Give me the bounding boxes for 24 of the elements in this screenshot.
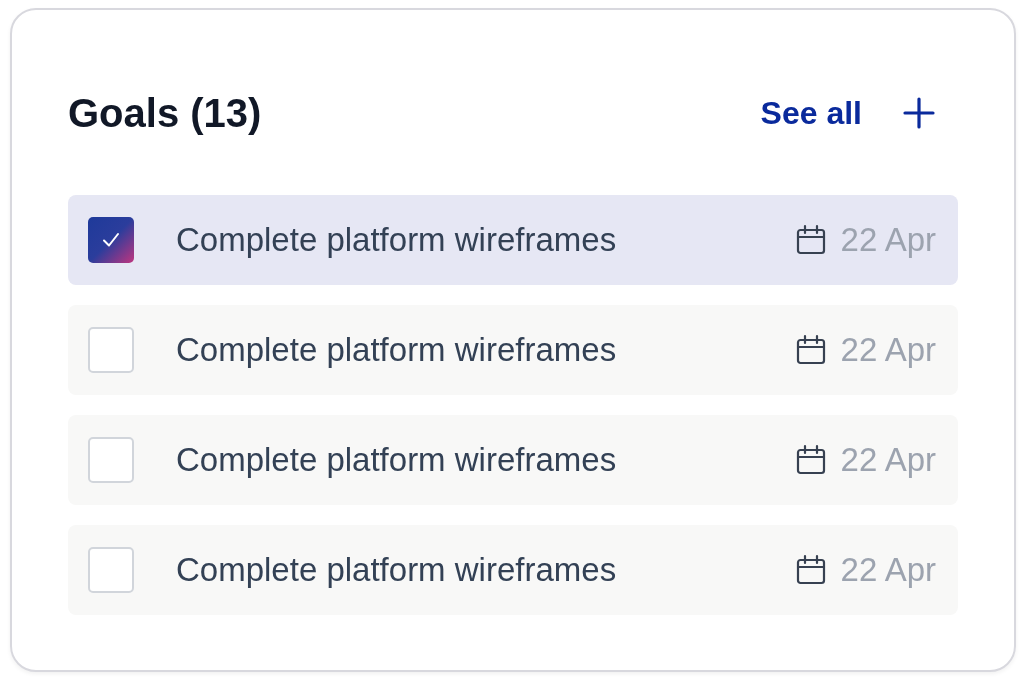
calendar-icon xyxy=(794,554,827,586)
calendar-icon xyxy=(794,444,827,476)
due-date: 22 Apr xyxy=(840,331,936,369)
goal-title: Complete platform wireframes xyxy=(176,441,618,479)
due-date: 22 Apr xyxy=(840,551,936,589)
due-date: 22 Apr xyxy=(840,221,936,259)
calendar-icon xyxy=(794,224,827,256)
goal-title: Complete platform wireframes xyxy=(176,331,618,369)
add-button[interactable] xyxy=(902,96,936,130)
checkbox[interactable] xyxy=(88,217,134,263)
checkbox[interactable] xyxy=(88,327,134,373)
goal-row[interactable]: Complete platform wireframes 22 Apr xyxy=(68,415,958,505)
goal-row[interactable]: Complete platform wireframes 22 Apr xyxy=(68,525,958,615)
goal-title: Complete platform wireframes xyxy=(176,221,618,259)
goal-row[interactable]: Complete platform wireframes 22 Apr xyxy=(68,305,958,395)
card-title: Goals (13) xyxy=(68,90,262,136)
calendar-icon xyxy=(794,334,827,366)
see-all-link[interactable]: See all xyxy=(760,94,862,132)
checkbox[interactable] xyxy=(88,437,134,483)
plus-icon xyxy=(902,96,936,130)
goal-title: Complete platform wireframes xyxy=(176,551,618,589)
goal-row[interactable]: Complete platform wireframes 22 Apr xyxy=(68,195,958,285)
checkbox[interactable] xyxy=(88,547,134,593)
due-date: 22 Apr xyxy=(840,441,936,479)
